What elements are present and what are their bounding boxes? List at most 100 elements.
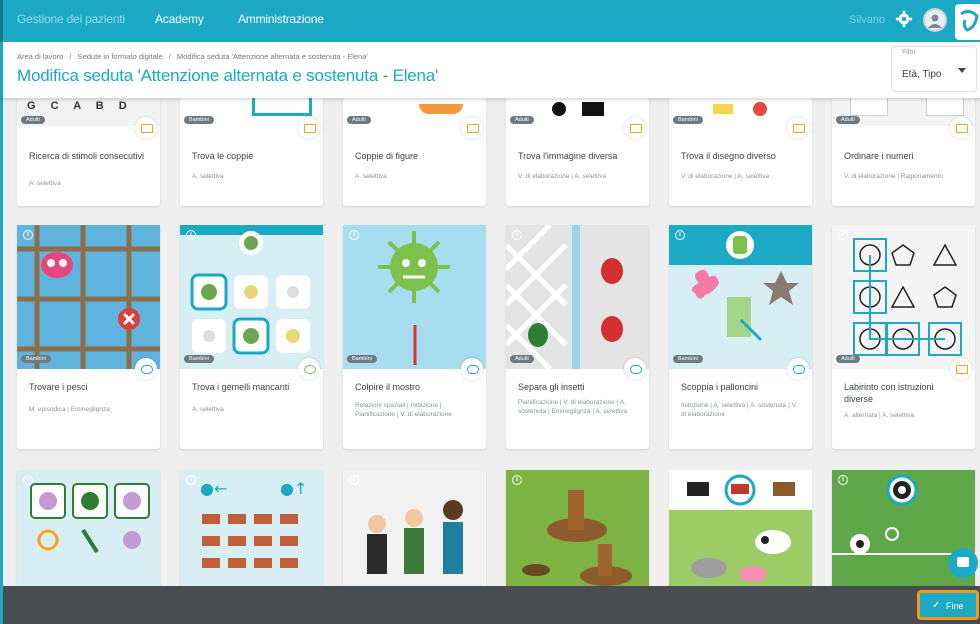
age-badge: Adulti — [836, 355, 860, 363]
breadcrumb-digital-sessions[interactable]: Sedute in formato digitale — [78, 52, 163, 61]
age-badge: Adulti — [510, 116, 534, 124]
nav-patients-link[interactable]: Gestione dei pazienti — [17, 12, 125, 26]
calendar-icon[interactable] — [624, 117, 646, 139]
exercise-title: Scoppia i palloncini — [681, 382, 759, 392]
age-badge: Bambini — [21, 355, 51, 363]
exercise-card[interactable]: i — [17, 470, 160, 586]
exercise-tags: A. selettiva — [29, 180, 61, 187]
calendar-icon[interactable] — [135, 117, 157, 139]
exercise-card[interactable]: i — [343, 470, 486, 586]
page-header: Area di lavoro / Sedute in formato digit… — [0, 42, 980, 98]
exercise-thumbnail — [180, 225, 323, 369]
exercise-title: Trova il disegno diverso — [681, 151, 776, 161]
exercise-thumbnail — [669, 470, 812, 586]
calendar-icon[interactable] — [950, 117, 972, 139]
exercise-card[interactable]: Bambini Trova le coppie A. selettiva — [180, 98, 323, 206]
breadcrumb-current: Modifica seduta 'Attenzione alternata e … — [176, 52, 368, 61]
exercise-card[interactable]: i Bambini Colpire il mostro Relazioni sp… — [343, 225, 486, 449]
exercise-tags: V. di elaborazione | A. selettiva — [518, 173, 607, 180]
age-badge: Bambini — [184, 116, 214, 124]
logo-icon[interactable] — [955, 4, 980, 40]
info-icon[interactable]: i — [23, 230, 33, 240]
exercise-thumbnail: ●← ●↑ — [180, 470, 323, 586]
finish-button[interactable]: ✓ Fine — [917, 590, 979, 620]
exercise-thumbnail — [343, 470, 486, 586]
age-badge: Bambini — [673, 355, 703, 363]
age-badge: Adulti — [21, 116, 45, 124]
exercise-card[interactable]: ●← ●↑ i — [180, 470, 323, 586]
exercise-thumbnail — [343, 225, 486, 369]
page-title: Modifica seduta 'Attenzione alternata e … — [17, 66, 439, 85]
exercise-title: Coppie di figure — [355, 151, 419, 161]
avatar-icon[interactable] — [923, 8, 947, 32]
info-icon[interactable]: i — [23, 475, 33, 485]
exercise-card[interactable]: Adulti Coppie di figure A. selettiva — [343, 98, 486, 206]
nav-administration-link[interactable]: Amministrazione — [238, 12, 324, 26]
exercise-thumbnail — [506, 470, 649, 586]
calendar-icon[interactable] — [787, 117, 809, 139]
exercise-card[interactable]: i Adulti Separa gli insetti Pianificazio… — [506, 225, 649, 449]
exercise-title: Ordinare i numeri — [844, 151, 914, 161]
info-icon[interactable]: i — [838, 230, 848, 240]
age-badge: Bambini — [184, 355, 214, 363]
info-icon[interactable]: i — [512, 475, 522, 485]
exercise-tags: A. selettiva — [192, 173, 224, 180]
user-name[interactable]: Silvano — [849, 14, 885, 26]
info-icon[interactable]: i — [838, 475, 848, 485]
age-badge: Bambini — [347, 355, 377, 363]
calendar-icon[interactable] — [298, 117, 320, 139]
chat-icon[interactable] — [948, 548, 978, 578]
exercise-card[interactable]: i Bambini Scoppia i palloncini Inibizion… — [669, 225, 812, 449]
exercise-card[interactable]: Adulti Trova l'immagine diversa V. di el… — [506, 98, 649, 206]
exercise-title: Trova i gemelli mancanti — [192, 382, 290, 392]
exercise-card[interactable]: Adulti Ordinare i numeri V. di elaborazi… — [832, 98, 975, 206]
info-icon[interactable]: i — [349, 230, 359, 240]
exercise-card[interactable]: i Bambini Trovare i pesci M. episodica |… — [17, 225, 160, 449]
exercise-card[interactable]: i — [506, 470, 649, 586]
info-icon[interactable]: i — [186, 230, 196, 240]
breadcrumb-separator: / — [168, 52, 171, 61]
info-icon[interactable]: i — [512, 230, 522, 240]
nav-academy-link[interactable]: Academy — [155, 12, 204, 26]
exercise-title: Ricerca di stimoli consecutivi — [29, 151, 145, 161]
age-badge: Bambini — [673, 116, 703, 124]
exercise-card[interactable]: i Bambini Trova i gemelli mancanti A. se… — [180, 225, 323, 449]
exercise-tags: A. selettiva — [355, 173, 387, 180]
info-icon[interactable]: i — [675, 230, 685, 240]
gamepad-icon[interactable] — [787, 358, 809, 380]
gamepad-icon[interactable] — [624, 358, 646, 380]
exercise-card[interactable]: i Adulti Labirinto con istruzioni divers… — [832, 225, 975, 449]
gamepad-icon[interactable] — [461, 358, 483, 380]
exercise-grid: G C A B D Adulti Ricerca di stimoli cons… — [0, 98, 980, 586]
info-icon[interactable]: i — [186, 475, 196, 485]
exercise-tags: V. di elaborazione | Ragionamento — [844, 173, 944, 180]
filter-label: Filtri — [902, 49, 916, 56]
finish-button-label: Fine — [946, 601, 964, 611]
exercise-tags: V. di elaborazione | A. selettiva — [681, 173, 770, 180]
exercise-tags: A. selettiva — [192, 406, 224, 413]
gamepad-icon[interactable] — [298, 358, 320, 380]
exercise-card[interactable]: G C A B D Adulti Ricerca di stimoli cons… — [17, 98, 160, 206]
calendar-icon[interactable] — [461, 117, 483, 139]
age-badge: Adulti — [510, 355, 534, 363]
gamepad-icon[interactable] — [135, 358, 157, 380]
exercise-card[interactable]: i — [669, 470, 812, 586]
info-icon[interactable]: i — [349, 475, 359, 485]
check-icon: ✓ — [932, 600, 941, 611]
exercise-card[interactable]: Bambini Trova il disegno diverso V. di e… — [669, 98, 812, 206]
filter-value: Età, Tipo — [902, 69, 942, 80]
top-navigation-bar: Gestione dei pazienti Academy Amministra… — [0, 0, 980, 42]
filter-select[interactable]: Filtri Età, Tipo — [891, 46, 977, 92]
exercise-tags: M. episodica | Emineglignza — [29, 406, 110, 413]
breadcrumb: Area di lavoro / Sedute in formato digit… — [17, 52, 372, 61]
exercise-title: Separa gli insetti — [518, 382, 585, 392]
exercise-title: Trova l'immagine diversa — [518, 151, 618, 161]
gear-icon[interactable] — [895, 10, 913, 28]
info-icon[interactable]: i — [675, 475, 685, 485]
exercise-title: Labirinto con istruzioni diverse — [844, 382, 934, 404]
exercise-tags: Pianificazione | V. di elaborazione | A.… — [518, 399, 628, 415]
exercise-title: Trova le coppie — [192, 151, 254, 161]
breadcrumb-workspace[interactable]: Area di lavoro — [17, 52, 63, 61]
exercise-title: Colpire il mostro — [355, 382, 421, 392]
calendar-icon[interactable] — [950, 358, 972, 380]
